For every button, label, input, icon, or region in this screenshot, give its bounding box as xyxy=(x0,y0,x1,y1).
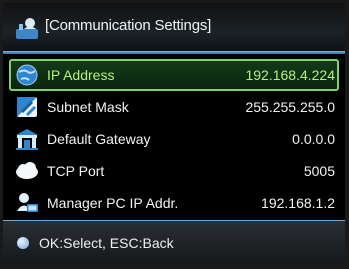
key-hint-bar: OK:Select, ESC:Back xyxy=(3,221,345,265)
bullet-icon xyxy=(17,237,29,249)
screen-header: [Communication Settings] xyxy=(3,3,345,51)
header-divider xyxy=(3,51,345,54)
tcp-port-value: 5005 xyxy=(303,163,335,179)
menu-item-manager-pc-ip[interactable]: Manager PC IP Addr. 192.168.1.2 xyxy=(9,187,339,219)
globe-icon xyxy=(16,64,38,86)
subnet-mask-icon xyxy=(17,97,37,117)
menu-item-ip-address[interactable]: IP Address 192.168.4.224 xyxy=(9,59,339,91)
lcd-screen: [Communication Settings] IP Address 192.… xyxy=(3,3,345,265)
default-gateway-value: 0.0.0.0 xyxy=(292,131,335,147)
ip-address-value: 192.168.4.224 xyxy=(245,67,335,83)
menu-item-tcp-port[interactable]: TCP Port 5005 xyxy=(9,155,339,187)
page-title: [Communication Settings] xyxy=(45,17,212,34)
menu-item-default-gateway[interactable]: Default Gateway 0.0.0.0 xyxy=(9,123,339,155)
settings-person-icon xyxy=(16,18,38,39)
menu-item-subnet-mask[interactable]: Subnet Mask 255.255.255.0 xyxy=(9,91,339,123)
tcp-port-label: TCP Port xyxy=(47,163,105,179)
key-hint-text: OK:Select, ESC:Back xyxy=(39,235,174,251)
subnet-mask-label: Subnet Mask xyxy=(47,99,129,115)
ip-address-label: IP Address xyxy=(47,67,115,83)
default-gateway-label: Default Gateway xyxy=(47,131,151,147)
manager-pc-icon xyxy=(17,193,38,212)
manager-pc-ip-value: 192.168.1.2 xyxy=(261,195,335,211)
cloud-icon xyxy=(16,162,38,179)
manager-pc-ip-label: Manager PC IP Addr. xyxy=(47,195,179,211)
gateway-icon xyxy=(16,129,38,150)
subnet-mask-value: 255.255.255.0 xyxy=(245,99,335,115)
